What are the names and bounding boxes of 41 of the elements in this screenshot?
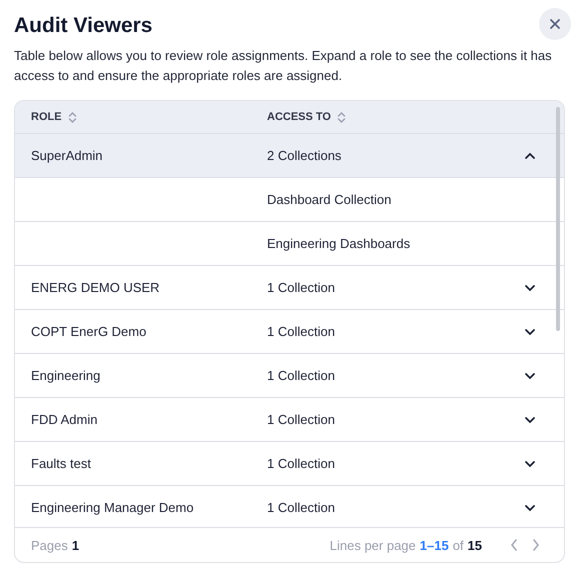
collection-name: Engineering Dashboards: [267, 236, 410, 251]
access-count: 1 Collection: [267, 368, 335, 383]
chevron-down-icon[interactable]: [524, 416, 536, 424]
role-name: Engineering: [31, 368, 100, 383]
chevron-down-icon[interactable]: [524, 372, 536, 380]
role-name: ENERG DEMO USER: [31, 280, 160, 295]
chevron-down-icon[interactable]: [524, 284, 536, 292]
chevron-up-icon[interactable]: [524, 152, 536, 160]
close-button[interactable]: [539, 8, 571, 40]
access-count: 1 Collection: [267, 500, 335, 515]
role-name: COPT EnerG Demo: [31, 324, 146, 339]
access-count: 1 Collection: [267, 456, 335, 471]
page-count: 1: [72, 538, 80, 552]
table-row[interactable]: FDD Admin 1 Collection: [15, 398, 564, 442]
close-icon[interactable]: [549, 18, 561, 30]
chevron-down-icon[interactable]: [524, 460, 536, 468]
dialog-title: Audit Viewers: [14, 14, 152, 38]
access-count: 2 Collections: [267, 148, 342, 163]
scrollbar[interactable]: [556, 107, 560, 331]
dialog-description: Table below allows you to review role assignments. Expand a role to see the collections it has access to and ensure the appropriate roles are assigned.: [14, 47, 553, 85]
access-count: 1 Collection: [267, 324, 335, 339]
column-header[interactable]: ACCESS TO: [267, 111, 331, 123]
role-name: Engineering Manager Demo: [31, 500, 194, 515]
table-row[interactable]: Engineering Manager Demo 1 Collection: [15, 486, 564, 527]
role-name: Faults test: [31, 456, 91, 471]
table-row[interactable]: Engineering 1 Collection: [15, 354, 564, 398]
table-row[interactable]: SuperAdmin 2 Collections: [15, 134, 564, 178]
total-count: 15: [468, 538, 482, 552]
access-count: 1 Collection: [267, 280, 335, 295]
lines-per-page-label: Lines per page: [330, 538, 416, 552]
page-range: 1–15: [420, 538, 449, 552]
table-row[interactable]: Faults test 1 Collection: [15, 442, 564, 486]
column-header[interactable]: ROLE: [31, 111, 62, 123]
role-name: FDD Admin: [31, 412, 98, 427]
chevron-down-icon[interactable]: [524, 328, 536, 336]
chevron-down-icon[interactable]: [524, 504, 536, 512]
collection-name: Dashboard Collection: [267, 192, 392, 207]
access-count: 1 Collection: [267, 412, 335, 427]
role-name: SuperAdmin: [31, 148, 103, 163]
of-label: of: [452, 538, 464, 552]
pages-label: Pages: [31, 538, 68, 552]
